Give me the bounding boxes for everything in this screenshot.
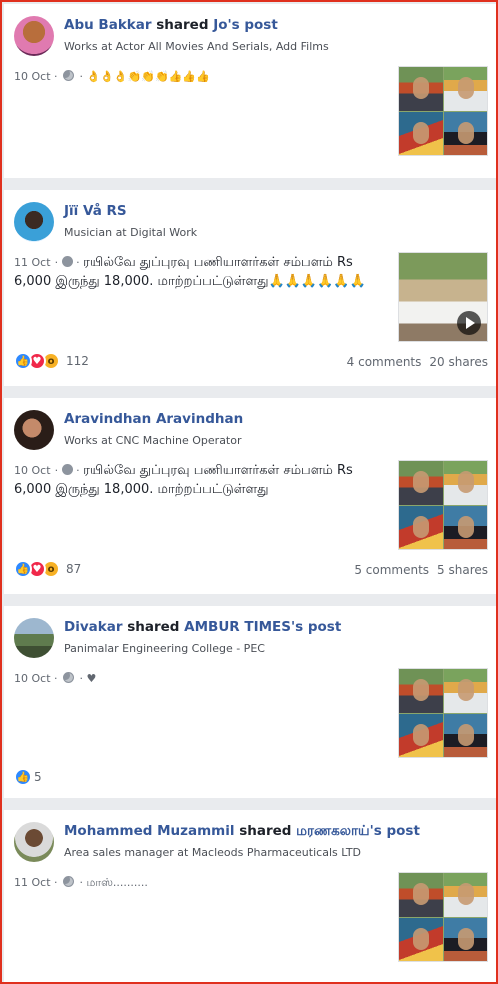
post-text: ♥ <box>86 672 97 685</box>
shared-post-link[interactable]: AMBUR TIMES's post <box>184 619 341 635</box>
globe-icon <box>61 464 73 475</box>
author-name-link[interactable]: Jïï Vå RS <box>64 203 127 219</box>
like-reaction-icon: 👍 <box>14 352 32 370</box>
avatar[interactable] <box>14 618 54 658</box>
collage-tile <box>399 918 443 961</box>
avatar[interactable] <box>14 822 54 862</box>
engagement-stats: 5 comments 5 shares <box>354 563 488 577</box>
collage-tile <box>444 112 487 155</box>
post-header: Mohammed Muzammil shared மரணகலாய்'s post <box>64 823 420 841</box>
author-name-link[interactable]: Divakar <box>64 619 123 635</box>
reaction-count: 5 <box>34 770 42 784</box>
author-name-link[interactable]: Aravindhan Aravindhan <box>64 411 243 427</box>
feed-frame: Abu Bakkar shared Jo's post Works at Act… <box>0 0 498 984</box>
post-media-thumbnail[interactable] <box>398 460 488 550</box>
shares-link[interactable]: 20 shares <box>429 355 488 369</box>
collage-tile <box>399 112 443 155</box>
engagement-stats: 4 comments 20 shares <box>347 355 488 369</box>
reaction-summary[interactable]: 👍 ♥ o 112 <box>14 352 89 370</box>
collage-tile <box>444 461 487 505</box>
collage-tile <box>444 67 487 111</box>
reaction-count: 112 <box>66 354 89 368</box>
post-date[interactable]: 11 Oct <box>14 876 51 889</box>
post-body: 10 Oct · · ரயில்வே துப்புரவு பணியாளர்கள்… <box>14 463 353 497</box>
like-reaction-icon: 👍 <box>14 768 32 786</box>
globe-icon <box>63 70 75 81</box>
comments-link[interactable]: 5 comments <box>354 563 429 577</box>
reaction-count: 87 <box>66 562 82 576</box>
post-header: Divakar shared AMBUR TIMES's post <box>64 619 341 635</box>
collage-tile <box>444 714 487 757</box>
avatar[interactable] <box>14 202 54 242</box>
post-meta: 11 Oct · · மாஸ்.......... <box>14 876 148 889</box>
collage-tile <box>444 669 487 713</box>
reaction-summary[interactable]: 👍 5 <box>14 768 42 786</box>
post-card: Jïï Vå RS Musician at Digital Work 11 Oc… <box>4 190 496 386</box>
globe-icon <box>63 672 75 683</box>
collage-tile <box>444 506 487 549</box>
author-subtitle: Works at Actor All Movies And Serials, A… <box>64 40 329 53</box>
globe-icon <box>63 876 75 887</box>
author-subtitle: Area sales manager at Macleods Pharmaceu… <box>64 846 362 859</box>
reaction-summary[interactable]: 👍 ♥ o 87 <box>14 560 81 578</box>
author-name-link[interactable]: Mohammed Muzammil <box>64 823 234 839</box>
post-card: Mohammed Muzammil shared மரணகலாய்'s post… <box>4 810 496 982</box>
post-media-thumbnail[interactable] <box>398 668 488 758</box>
post-body: 11 Oct · · ரயில்வே துப்புரவு பணியாளர்கள்… <box>14 255 366 289</box>
post-header: Jïï Vå RS <box>64 203 127 219</box>
like-reaction-icon: 👍 <box>14 560 32 578</box>
post-media-thumbnail[interactable] <box>398 66 488 156</box>
shares-link[interactable]: 5 shares <box>437 563 488 577</box>
collage-tile <box>399 67 443 111</box>
post-date[interactable]: 11 Oct <box>14 256 51 269</box>
globe-icon <box>61 256 73 267</box>
shared-post-link[interactable]: மரணகலாய்'s post <box>296 823 420 839</box>
post-date[interactable]: 10 Oct <box>14 70 51 83</box>
collage-tile <box>399 669 443 713</box>
collage-tile <box>399 461 443 505</box>
author-subtitle: Musician at Digital Work <box>64 226 198 239</box>
post-card: Divakar shared AMBUR TIMES's post Panima… <box>4 606 496 798</box>
author-name-link[interactable]: Abu Bakkar <box>64 17 152 33</box>
author-subtitle: Works at CNC Machine Operator <box>64 434 242 447</box>
post-meta: 10 Oct · · ♥ <box>14 672 97 685</box>
post-text: 👌👌👌👏👏👏👍👍👍 <box>86 70 210 83</box>
author-subtitle: Panimalar Engineering College - PEC <box>64 642 265 655</box>
post-media-thumbnail[interactable] <box>398 872 488 962</box>
play-icon[interactable] <box>457 311 481 335</box>
avatar[interactable] <box>14 16 54 56</box>
post-text: மாஸ்.......... <box>86 876 148 889</box>
collage-tile <box>444 918 487 961</box>
collage-tile <box>399 873 443 917</box>
post-card: Aravindhan Aravindhan Works at CNC Machi… <box>4 398 496 594</box>
shared-label: shared <box>127 619 180 635</box>
post-date[interactable]: 10 Oct <box>14 464 51 477</box>
post-header: Aravindhan Aravindhan <box>64 411 243 427</box>
collage-tile <box>399 506 443 549</box>
shared-post-link[interactable]: Jo's post <box>213 17 278 33</box>
comments-link[interactable]: 4 comments <box>347 355 422 369</box>
post-header: Abu Bakkar shared Jo's post <box>64 17 278 33</box>
collage-tile <box>399 714 443 757</box>
avatar[interactable] <box>14 410 54 450</box>
post-meta: 10 Oct · · 👌👌👌👏👏👏👍👍👍 <box>14 70 210 83</box>
collage-tile <box>444 873 487 917</box>
post-card: Abu Bakkar shared Jo's post Works at Act… <box>4 4 496 178</box>
post-video-thumbnail[interactable] <box>398 252 488 342</box>
shared-label: shared <box>156 17 209 33</box>
shared-label: shared <box>239 823 292 839</box>
post-date[interactable]: 10 Oct <box>14 672 51 685</box>
